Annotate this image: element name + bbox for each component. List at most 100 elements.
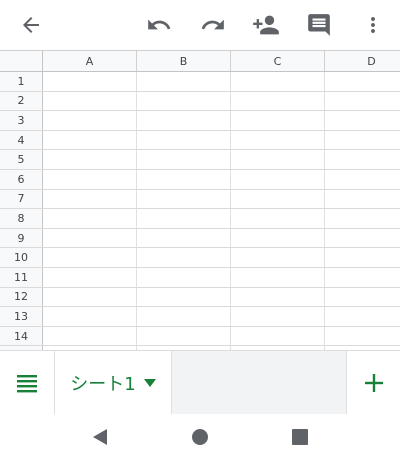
grid-cell[interactable] xyxy=(231,189,325,209)
row-header[interactable]: 2 xyxy=(0,91,43,111)
column-header-a[interactable]: A xyxy=(43,51,137,71)
grid-cell[interactable] xyxy=(325,92,400,111)
grid-rows: 123456789101112131415 xyxy=(0,72,400,350)
grid-cell[interactable] xyxy=(231,169,325,189)
system-recents-button[interactable] xyxy=(286,423,314,451)
redo-button[interactable] xyxy=(193,5,233,45)
grid-cell[interactable] xyxy=(43,130,137,150)
row-header[interactable]: 12 xyxy=(0,287,43,307)
more-options-button[interactable] xyxy=(353,5,393,45)
comment-button[interactable] xyxy=(299,5,339,45)
grid-cell[interactable] xyxy=(325,131,400,150)
grid-cell[interactable] xyxy=(325,209,400,228)
more-vert-icon xyxy=(371,17,375,33)
grid-cell[interactable] xyxy=(137,130,231,150)
grid-cell[interactable] xyxy=(43,169,137,189)
grid-cell[interactable] xyxy=(231,287,325,307)
grid-cell[interactable] xyxy=(137,267,231,287)
grid-cell[interactable] xyxy=(325,190,400,209)
grid-cell[interactable] xyxy=(43,150,137,169)
column-header-b[interactable]: B xyxy=(137,51,231,71)
row-header[interactable]: 11 xyxy=(0,267,43,287)
table-row: 5 xyxy=(0,150,400,170)
grid-cell[interactable] xyxy=(231,91,325,111)
grid-cell[interactable] xyxy=(137,248,231,267)
system-home-button[interactable] xyxy=(186,423,214,451)
grid-cell[interactable] xyxy=(231,228,325,248)
grid-cell[interactable] xyxy=(231,111,325,130)
back-button[interactable] xyxy=(11,5,51,45)
grid-cell[interactable] xyxy=(43,72,137,91)
grid-cell[interactable] xyxy=(43,189,137,209)
add-sheet-button[interactable] xyxy=(346,351,400,414)
column-header-c[interactable]: C xyxy=(231,51,325,71)
row-header[interactable]: 9 xyxy=(0,228,43,248)
row-header[interactable]: 3 xyxy=(0,111,43,130)
share-button[interactable] xyxy=(246,5,286,45)
grid-cell[interactable] xyxy=(231,248,325,267)
grid-cell[interactable] xyxy=(231,130,325,150)
grid-cell[interactable] xyxy=(325,327,400,346)
grid-cell[interactable] xyxy=(137,189,231,209)
all-sheets-button[interactable] xyxy=(0,351,54,414)
grid-cell[interactable] xyxy=(43,248,137,267)
grid-cell[interactable] xyxy=(325,150,400,169)
top-toolbar xyxy=(0,0,400,50)
select-all-corner[interactable] xyxy=(0,51,43,71)
grid-cell[interactable] xyxy=(137,228,231,248)
row-header[interactable]: 13 xyxy=(0,307,43,326)
grid-cell[interactable] xyxy=(231,72,325,91)
row-header[interactable]: 4 xyxy=(0,130,43,150)
table-row: 14 xyxy=(0,326,400,347)
system-back-button[interactable] xyxy=(86,423,114,451)
row-header[interactable]: 8 xyxy=(0,209,43,228)
grid-cell[interactable] xyxy=(43,228,137,248)
grid-cell[interactable] xyxy=(325,229,400,248)
grid-cell[interactable] xyxy=(137,169,231,189)
grid-cell[interactable] xyxy=(43,267,137,287)
grid-cell[interactable] xyxy=(231,307,325,326)
grid-cell[interactable] xyxy=(137,91,231,111)
grid-cell[interactable] xyxy=(231,267,325,287)
spreadsheet-grid[interactable]: A B C D 123456789101112131415 xyxy=(0,50,400,350)
grid-cell[interactable] xyxy=(325,307,400,326)
grid-cell[interactable] xyxy=(137,307,231,326)
grid-cell[interactable] xyxy=(137,150,231,169)
grid-cell[interactable] xyxy=(325,72,400,91)
row-header[interactable]: 10 xyxy=(0,248,43,267)
back-arrow-icon xyxy=(23,17,39,33)
sheet-tab-active[interactable]: シート1 xyxy=(54,351,172,414)
row-header[interactable]: 5 xyxy=(0,150,43,169)
grid-cell[interactable] xyxy=(325,288,400,307)
grid-cell[interactable] xyxy=(325,170,400,189)
table-row: 1 xyxy=(0,72,400,92)
grid-cell[interactable] xyxy=(325,268,400,287)
table-row: 4 xyxy=(0,130,400,151)
table-row: 10 xyxy=(0,248,400,268)
grid-cell[interactable] xyxy=(231,326,325,346)
grid-cell[interactable] xyxy=(43,287,137,307)
grid-cell[interactable] xyxy=(43,209,137,228)
grid-cell[interactable] xyxy=(137,326,231,346)
undo-button[interactable] xyxy=(139,5,179,45)
grid-cell[interactable] xyxy=(325,111,400,130)
table-row: 7 xyxy=(0,189,400,210)
grid-cell[interactable] xyxy=(43,326,137,346)
grid-cell[interactable] xyxy=(137,287,231,307)
table-row: 3 xyxy=(0,111,400,131)
row-header[interactable]: 6 xyxy=(0,169,43,189)
row-header[interactable]: 1 xyxy=(0,72,43,91)
grid-cell[interactable] xyxy=(231,150,325,169)
sheet-tab-bar: シート1 xyxy=(0,350,400,414)
grid-cell[interactable] xyxy=(325,248,400,267)
row-header[interactable]: 14 xyxy=(0,326,43,346)
grid-cell[interactable] xyxy=(137,209,231,228)
grid-cell[interactable] xyxy=(137,72,231,91)
grid-cell[interactable] xyxy=(43,111,137,130)
grid-cell[interactable] xyxy=(43,91,137,111)
row-header[interactable]: 7 xyxy=(0,189,43,209)
grid-cell[interactable] xyxy=(231,209,325,228)
grid-cell[interactable] xyxy=(137,111,231,130)
grid-cell[interactable] xyxy=(43,307,137,326)
column-header-d[interactable]: D xyxy=(325,51,400,71)
